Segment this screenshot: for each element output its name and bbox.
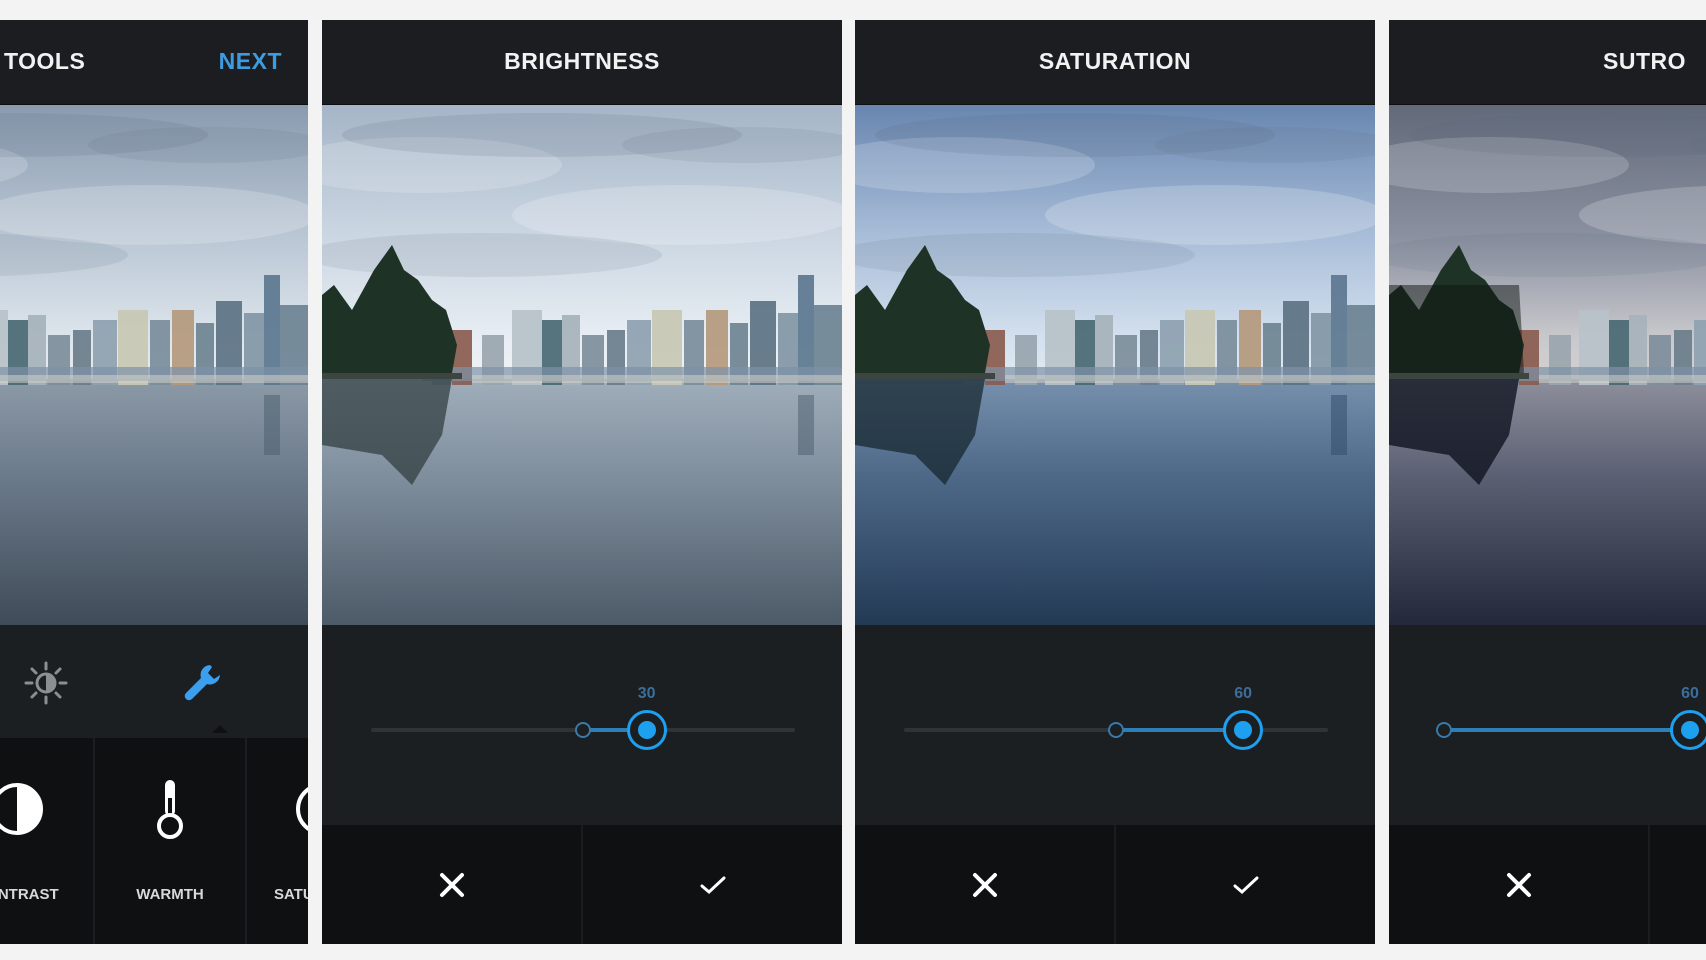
cancel-icon xyxy=(1506,872,1531,897)
cancel-button[interactable] xyxy=(322,825,581,944)
tool-label: WARMTH xyxy=(136,886,204,903)
tool-label: CONTRAST xyxy=(0,886,59,903)
phone-frame: TOOLS NEXT NTRAST WARMTH SAT xyxy=(0,20,308,944)
header-bar: BRIGHTNESS xyxy=(322,20,842,106)
sutro-filter-screen: SUTRO 60 xyxy=(1389,20,1706,944)
tools-screen: TOOLS NEXT NTRAST WARMTH SAT xyxy=(0,20,308,944)
thermometer-icon xyxy=(142,776,198,842)
slider-fill xyxy=(1444,728,1690,732)
slider-value: 30 xyxy=(637,685,656,702)
brightness-screen: BRIGHTNESS 30 xyxy=(322,20,842,944)
action-bar xyxy=(1389,825,1706,944)
tool-warmth[interactable]: WARMTH xyxy=(95,738,245,944)
cancel-icon xyxy=(972,872,997,897)
slider-handle[interactable] xyxy=(1223,710,1264,750)
header-bar: SUTRO xyxy=(1389,20,1706,106)
tool-tabs xyxy=(0,625,308,738)
cancel-button[interactable] xyxy=(1389,825,1648,944)
screen-title: SATURATION xyxy=(1038,48,1192,74)
screen-title: BRIGHTNESS xyxy=(504,48,660,74)
action-bar xyxy=(855,825,1375,944)
tool-contrast[interactable]: CONTRAST xyxy=(0,738,92,944)
header-bar: TOOLS NEXT xyxy=(0,20,308,106)
action-bar xyxy=(322,825,842,944)
confirm-button[interactable] xyxy=(1116,825,1375,944)
slider-origin-marker xyxy=(575,722,591,738)
slider-handle[interactable] xyxy=(1670,710,1706,750)
screen-title: SUTRO xyxy=(1603,48,1686,74)
screen-title: TOOLS xyxy=(4,48,86,74)
slider-origin-marker xyxy=(1436,722,1452,738)
photo-preview xyxy=(855,105,1375,625)
active-tab-caret xyxy=(212,725,228,733)
adjust-slider-panel: 60 xyxy=(855,625,1375,825)
photo-preview xyxy=(322,105,842,625)
photo-preview xyxy=(1389,105,1706,625)
next-button[interactable]: NEXT xyxy=(219,48,282,75)
wrench-icon[interactable] xyxy=(180,659,228,707)
check-icon xyxy=(700,876,725,894)
photo-preview xyxy=(0,105,308,625)
slider-value: 60 xyxy=(1234,685,1253,702)
tool-label: SATURATION xyxy=(273,886,308,903)
adjust-slider-panel: 30 xyxy=(322,625,842,825)
confirm-button[interactable] xyxy=(1650,825,1706,944)
contrast-icon xyxy=(0,776,45,842)
cancel-button[interactable] xyxy=(855,825,1114,944)
check-icon xyxy=(1233,876,1258,894)
adjust-slider-panel: 60 xyxy=(1389,625,1706,825)
lux-icon[interactable] xyxy=(22,659,70,707)
cancel-icon xyxy=(439,872,464,897)
header-bar: SATURATION xyxy=(855,20,1375,106)
saturation-screen: SATURATION 60 xyxy=(855,20,1375,944)
saturation-icon xyxy=(294,776,308,842)
slider-handle[interactable] xyxy=(626,710,667,750)
slider-value: 60 xyxy=(1681,685,1699,702)
phone-frame: SUTRO 60 xyxy=(1389,20,1706,944)
confirm-button[interactable] xyxy=(583,825,842,944)
slider-origin-marker xyxy=(1108,722,1124,738)
tool-saturation[interactable]: SATURATION xyxy=(247,738,308,944)
phone-frame: SATURATION 60 xyxy=(855,20,1375,944)
phone-frame: BRIGHTNESS 30 xyxy=(322,20,842,944)
tool-grid: CONTRAST WARMTH xyxy=(0,738,308,944)
